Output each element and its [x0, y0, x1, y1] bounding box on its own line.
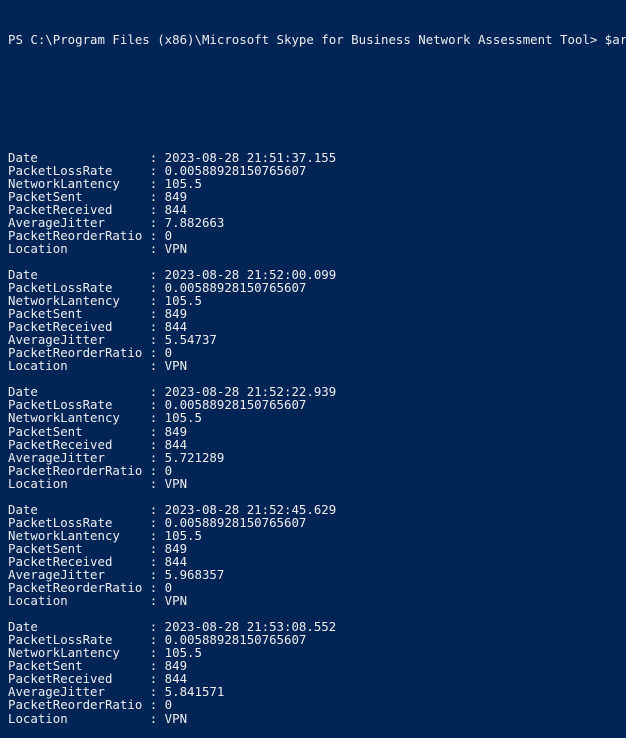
property-line: PacketReorderRatio : 0 — [8, 462, 173, 478]
property-line: PacketReceived : 844 — [8, 436, 188, 452]
property-line: Date : 2023-08-28 21:51:37.155 — [8, 149, 337, 165]
property-line: NetworkLantency : 105.5 — [8, 175, 202, 191]
property-line: PacketLossRate : 0.00588928150765607 — [8, 632, 307, 648]
property-line: AverageJitter : 7.882663 — [8, 214, 225, 230]
command-output: Date : 2023-08-28 21:51:37.155 PacketLoss… — [8, 149, 626, 724]
property-line: PacketLossRate : 0.00588928150765607 — [8, 162, 307, 178]
property-line: Location : VPN — [8, 240, 188, 256]
record-block: Date : 2023-08-28 21:53:08.552 PacketLoss… — [8, 620, 626, 724]
property-line: Location : VPN — [8, 475, 188, 491]
property-line: PacketReceived : 844 — [8, 671, 188, 687]
property-line: AverageJitter : 5.841571 — [8, 684, 225, 700]
property-line: PacketSent : 849 — [8, 658, 188, 674]
property-line: Location : VPN — [8, 358, 188, 374]
property-line: NetworkLantency : 105.5 — [8, 410, 202, 426]
property-line: PacketReorderRatio : 0 — [8, 697, 173, 713]
record-block: Date : 2023-08-28 21:52:00.099 PacketLoss… — [8, 268, 626, 372]
powershell-console[interactable]: PS C:\Program Files (x86)\Microsoft Skyp… — [0, 0, 626, 725]
property-line: NetworkLantency : 105.5 — [8, 645, 202, 661]
property-line: PacketSent : 849 — [8, 423, 188, 439]
prompt-line: PS C:\Program Files (x86)\Microsoft Skyp… — [8, 32, 626, 48]
property-line: Location : VPN — [8, 593, 188, 609]
property-line: Date : 2023-08-28 21:52:45.629 — [8, 501, 337, 517]
record-block: Date : 2023-08-28 21:51:37.155 PacketLoss… — [8, 149, 626, 256]
property-line: PacketReorderRatio : 0 — [8, 227, 173, 243]
property-line: PacketReceived : 844 — [8, 201, 188, 217]
property-line: Date : 2023-08-28 21:53:08.552 — [8, 619, 337, 635]
property-line: NetworkLantency : 105.5 — [8, 527, 202, 543]
record-block: Date : 2023-08-28 21:52:22.939 PacketLoss… — [8, 385, 626, 489]
property-line: AverageJitter : 5.721289 — [8, 449, 225, 465]
property-line: Location : VPN — [8, 710, 188, 726]
property-line: PacketSent : 849 — [8, 540, 188, 556]
record-block: Date : 2023-08-28 21:52:45.629 PacketLoss… — [8, 503, 626, 607]
property-line: PacketLossRate : 0.00588928150765607 — [8, 514, 307, 530]
property-line: PacketSent : 849 — [8, 188, 188, 204]
